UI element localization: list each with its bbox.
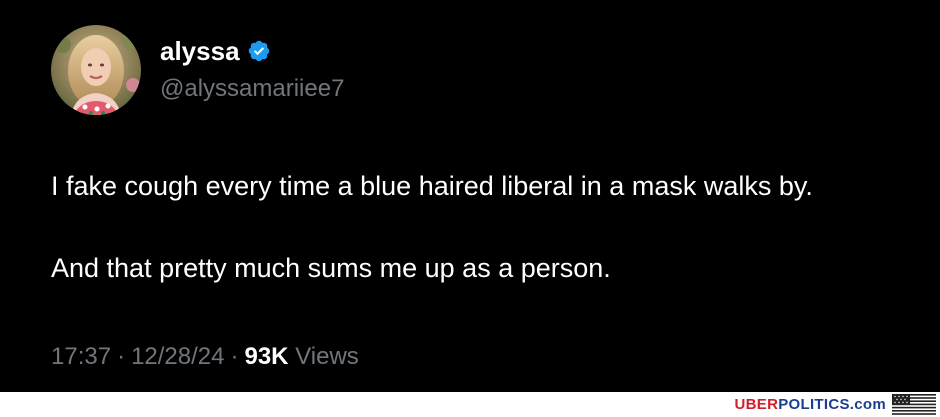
brand-part-uber: UBER [734, 396, 779, 413]
tweet-text-line: And that pretty much sums me up as a per… [51, 253, 611, 283]
tweet-text-line: I fake cough every time a blue haired li… [51, 171, 813, 201]
user-handle[interactable]: @alyssamariiee7 [160, 75, 344, 103]
avatar[interactable] [51, 25, 141, 115]
tweet-time[interactable]: 17:37 [51, 343, 111, 370]
tweet-card: alyssa @alyssamariiee7 I fake cough ever… [0, 0, 940, 392]
tweet-meta: 17:37 · 12/28/24 · 93K Views [51, 342, 359, 372]
views-count[interactable]: 93K [244, 343, 288, 370]
tweet-text: I fake cough every time a blue haired li… [51, 170, 931, 284]
verified-badge-icon [248, 40, 269, 62]
views-label[interactable]: Views [295, 343, 359, 370]
meta-separator: · [230, 343, 239, 370]
us-flag-icon [892, 394, 936, 415]
tweet-date[interactable]: 12/28/24 [131, 343, 224, 370]
watermark-footer: UBERPOLITICS.com [0, 392, 940, 417]
brand-part-politics: POLITICS [778, 396, 850, 413]
brand-logo[interactable]: UBERPOLITICS.com [735, 396, 887, 413]
display-name[interactable]: alyssa [160, 36, 240, 66]
profile-photo-icon [51, 25, 141, 115]
brand-part-dotcom: .com [849, 396, 886, 413]
meta-separator: · [117, 343, 126, 370]
author-row: alyssa [160, 36, 271, 66]
